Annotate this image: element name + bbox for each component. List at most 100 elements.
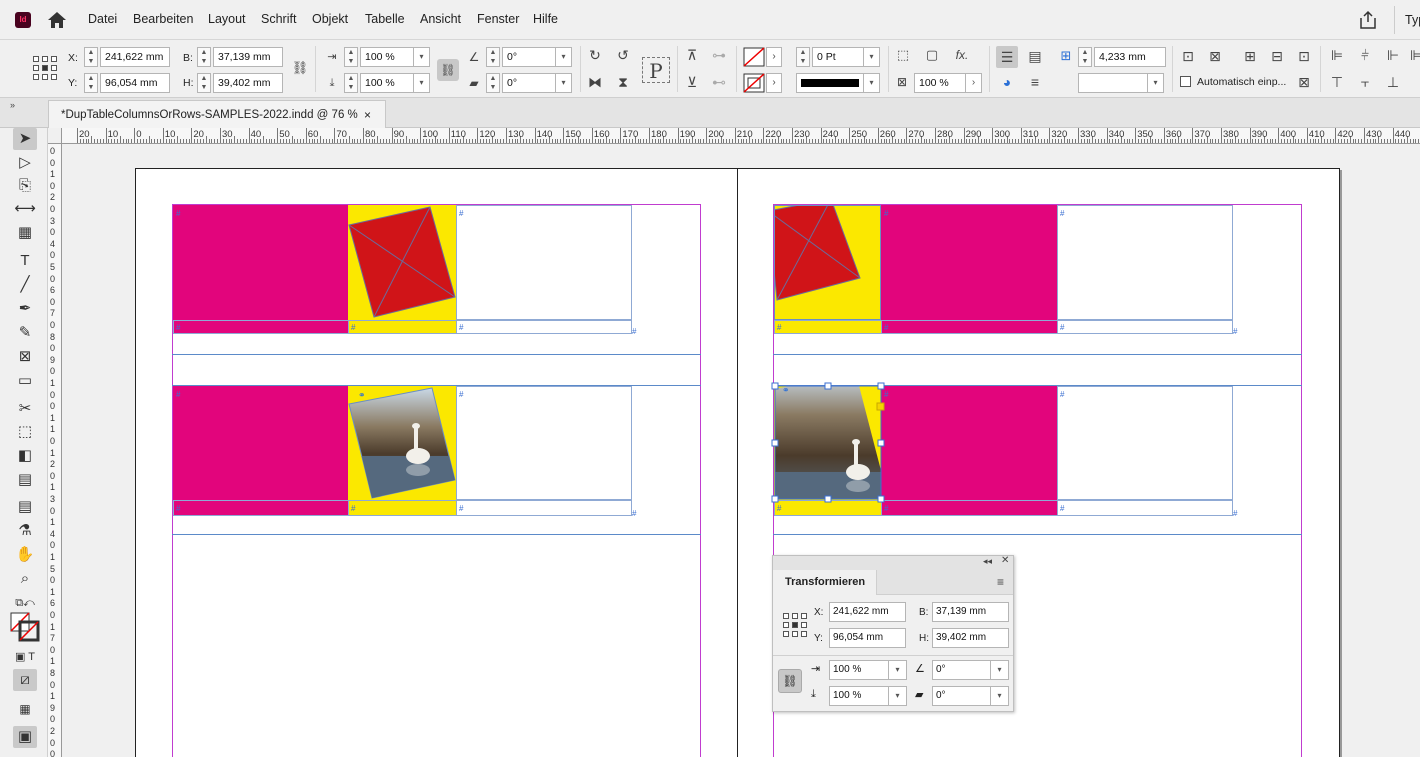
align-center-h-icon[interactable]: ⫩ (1356, 46, 1374, 64)
w-field[interactable]: 37,139 mm (213, 47, 283, 67)
menu-objekt[interactable]: Objekt (312, 12, 348, 26)
y-field[interactable]: 96,054 mm (829, 628, 906, 648)
gap-tool-icon[interactable]: ⟷ (13, 198, 37, 220)
stroke-dropdown[interactable]: › (766, 73, 782, 93)
page-tool-icon[interactable]: ⎘ (13, 175, 37, 197)
rotate-cw-icon[interactable]: ↻ (586, 46, 604, 64)
scissors-tool-icon[interactable]: ✂ (13, 398, 37, 420)
menu-datei[interactable]: Datei (88, 12, 117, 26)
home-icon[interactable] (47, 11, 67, 29)
h-stepper[interactable]: ▲ ▼ (197, 73, 211, 93)
select-container-up-icon[interactable]: ⊼ (683, 46, 701, 64)
align-top-icon[interactable]: ⊤ (1328, 73, 1346, 91)
hand-tool-icon[interactable]: ✋ (13, 544, 37, 566)
align-bottom-icon[interactable]: ⊥ (1384, 73, 1402, 91)
rotate-dropdown[interactable]: ▾ (991, 660, 1009, 680)
tab-transformieren[interactable]: Transformieren (773, 570, 877, 595)
shear-dropdown[interactable]: ▾ (991, 686, 1009, 706)
fit-proportional-icon[interactable]: ⊡ (1295, 47, 1313, 65)
horizontal-ruler[interactable]: 20 10 0 10 20 30 40 50 60 70 80 90 100 110 120 130 140 15… (62, 128, 1420, 144)
frame-stroke-dropdown[interactable]: ▾ (1148, 73, 1164, 93)
preview-mode-icon[interactable]: ▣ (13, 726, 37, 748)
x-field[interactable]: 241,622 mm (829, 602, 906, 622)
text-wrap-none-icon[interactable]: ☰ (996, 46, 1018, 68)
collapse-panel-icon[interactable]: ◂◂ (983, 556, 992, 567)
stroke-type-dropdown[interactable]: ▾ (864, 73, 880, 93)
scale-y-dropdown[interactable]: ▾ (414, 73, 430, 93)
rotated-placeholder-frame[interactable] (774, 205, 881, 320)
table-cell-empty[interactable] (1057, 205, 1233, 320)
panel-menu-icon[interactable]: ≡ (997, 575, 1004, 589)
selection-tool-icon[interactable]: ➤ (13, 128, 37, 150)
align-middle-v-icon[interactable]: ⫟ (1356, 73, 1374, 91)
shear-field[interactable]: 0° (502, 73, 556, 93)
table-cell-magenta[interactable] (881, 386, 1057, 516)
menu-hilfe[interactable]: Hilfe (533, 12, 558, 26)
gradient-swatch-tool-icon[interactable]: ◧ (13, 445, 37, 467)
constrain-proportions-icon[interactable]: ⛓ (291, 59, 309, 77)
menu-bearbeiten[interactable]: Bearbeiten (133, 12, 193, 26)
align-right-icon[interactable]: ⊩ (1384, 46, 1402, 64)
menu-schrift[interactable]: Schrift (261, 12, 296, 26)
flip-vertical-icon[interactable]: ⧗ (614, 73, 632, 91)
corner-options-icon[interactable]: ⬚ (894, 46, 912, 64)
scale-y-stepper[interactable]: ▲ ▼ (344, 73, 358, 93)
opacity-field[interactable]: 100 % (914, 73, 966, 93)
constrain-proportions-icon[interactable]: ⛓ (778, 669, 802, 693)
menu-ansicht[interactable]: Ansicht (420, 12, 461, 26)
frame-fitting-icon[interactable]: ⊞ (1057, 47, 1075, 65)
ruler-origin[interactable] (48, 128, 62, 144)
reference-point-icon[interactable] (783, 613, 807, 637)
reference-point-icon[interactable] (33, 56, 57, 80)
table-cell-magenta[interactable] (173, 386, 348, 516)
menu-fenster[interactable]: Fenster (477, 12, 519, 26)
pencil-tool-icon[interactable]: ✎ (13, 322, 37, 344)
scale-y-field[interactable]: 100 % (829, 686, 889, 706)
stroke-swatch-icon[interactable] (743, 73, 765, 93)
frame-value-field[interactable]: 4,233 mm (1094, 47, 1166, 67)
shear-dropdown[interactable]: ▾ (556, 73, 572, 93)
select-next-icon[interactable]: ⊷ (710, 73, 728, 91)
pen-tool-icon[interactable]: ✒ (13, 298, 37, 320)
x-field[interactable]: 241,622 mm (100, 47, 170, 67)
eyedropper-tool-icon[interactable]: ⚗ (13, 520, 37, 542)
table-cell-magenta[interactable] (881, 205, 1057, 334)
zoom-tool-icon[interactable]: ⌕ (13, 568, 37, 590)
table-cell-empty[interactable] (456, 205, 632, 320)
y-field[interactable]: 96,054 mm (100, 73, 170, 93)
format-container-icon[interactable]: ▣ T (13, 646, 37, 668)
screen-mode-icon[interactable]: ▦ (13, 698, 37, 720)
shear-stepper[interactable]: ▲ ▼ (486, 73, 500, 93)
w-stepper[interactable]: ▲ ▼ (197, 47, 211, 67)
note-tool-icon[interactable]: ▤ (13, 496, 37, 518)
rectangle-tool-icon[interactable]: ▭ (13, 370, 37, 392)
close-icon[interactable]: × (364, 101, 371, 129)
select-container-icon[interactable]: P (642, 57, 670, 83)
direct-selection-tool-icon[interactable]: ▷ (13, 152, 37, 174)
select-content-icon[interactable]: ⊻ (683, 73, 701, 91)
frame-stroke-field[interactable] (1078, 73, 1148, 93)
type-tool-icon[interactable]: T (13, 250, 37, 272)
close-icon[interactable]: ✕ (1001, 555, 1009, 566)
h-field[interactable]: 39,402 mm (932, 628, 1009, 648)
swan-image-frame[interactable]: ⚭ (348, 386, 456, 500)
stroke-weight-dropdown[interactable]: ▾ (864, 47, 880, 67)
x-stepper[interactable]: ▲ ▼ (84, 47, 98, 67)
apply-none-icon[interactable]: ⧄ (13, 669, 37, 691)
scale-y-field[interactable]: 100 % (360, 73, 414, 93)
rotate-field[interactable]: 0° (932, 660, 991, 680)
free-transform-tool-icon[interactable]: ⬚ (13, 421, 37, 443)
menu-tabelle[interactable]: Tabelle (365, 12, 405, 26)
scale-x-dropdown[interactable]: ▾ (414, 47, 430, 67)
y-stepper[interactable]: ▲ ▼ (84, 73, 98, 93)
vertical-ruler[interactable]: 0010203040506070809010011012013014015016… (48, 144, 62, 757)
rotated-placeholder-frame[interactable] (348, 205, 456, 320)
document-canvas[interactable]: # # # # # # ⚭ # # # # # # # # # # # # ⚭ … (62, 144, 1420, 757)
opacity-dropdown[interactable]: › (966, 73, 982, 93)
shear-field[interactable]: 0° (932, 686, 991, 706)
distribute-icon[interactable]: ⊫ (1410, 46, 1420, 64)
fill-stroke-swatch-icon[interactable] (10, 612, 40, 642)
fill-swatch-icon[interactable] (743, 47, 765, 67)
collapse-panel-icon[interactable]: » (10, 100, 15, 110)
drop-shadow-icon[interactable]: ▢ (923, 46, 941, 64)
